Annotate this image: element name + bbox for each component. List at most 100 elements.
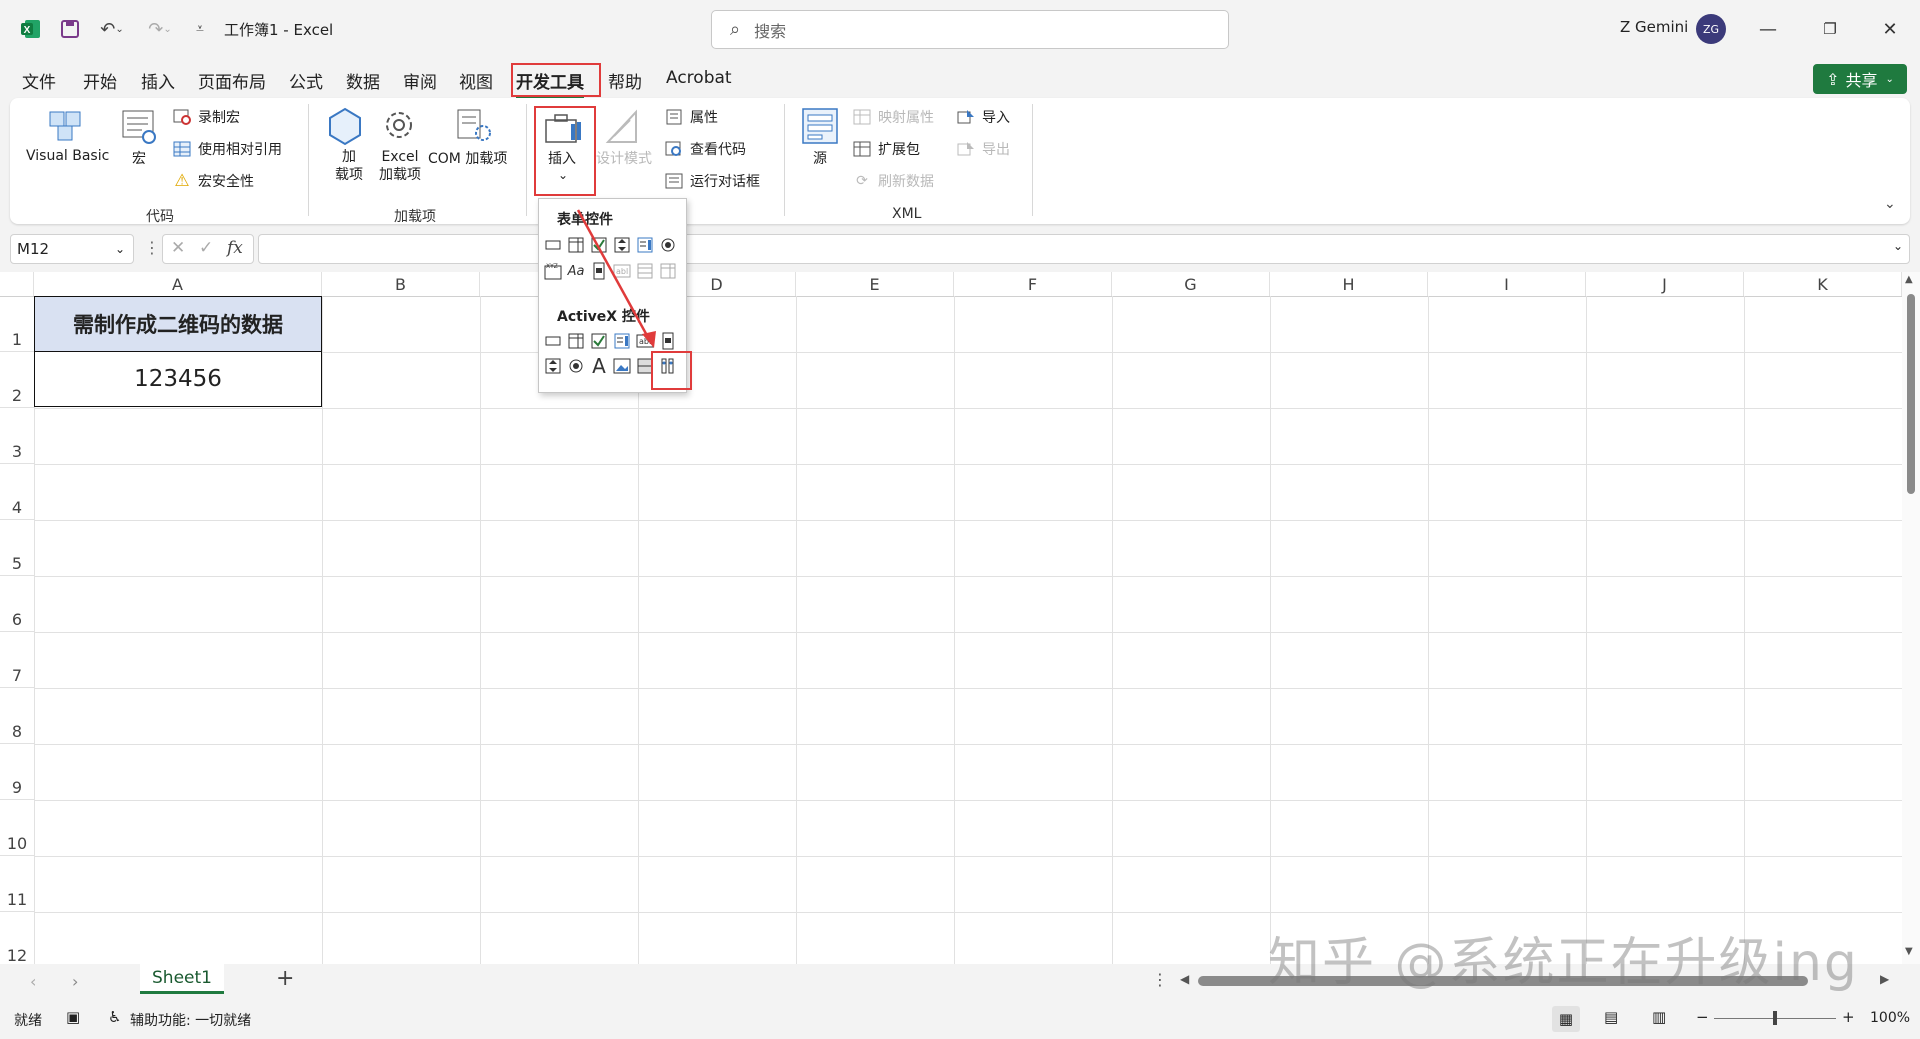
run-dialog-button[interactable]: 运行对话框	[664, 171, 760, 191]
export-button[interactable]: 导出	[956, 139, 1010, 159]
cell-a1[interactable]: 需制作成二维码的数据	[34, 296, 322, 352]
row-header[interactable]: 2	[0, 352, 34, 408]
expansion-pack-button[interactable]: 扩展包	[852, 139, 920, 159]
accessibility-icon[interactable]: ♿	[108, 1008, 121, 1026]
scroll-right-icon[interactable]: ▶	[1880, 972, 1889, 986]
column-header[interactable]: I	[1428, 272, 1586, 296]
insert-function-icon[interactable]: fx	[227, 238, 243, 258]
sheet-next-icon[interactable]: ›	[72, 972, 78, 991]
sheet-tab-sheet1[interactable]: Sheet1	[140, 964, 224, 994]
accessibility-status[interactable]: 辅助功能: 一切就绪	[130, 1010, 251, 1030]
column-header[interactable]: A	[34, 272, 322, 296]
normal-view-icon[interactable]: ▦	[1552, 1006, 1580, 1032]
map-properties-button[interactable]: 映射属性	[852, 107, 934, 127]
tab-review[interactable]: 审阅	[403, 68, 437, 93]
group-box-icon[interactable]: XYZ	[543, 261, 563, 281]
sheet-prev-icon[interactable]: ‹	[30, 972, 36, 991]
addins-label[interactable]: 加载项	[335, 148, 363, 184]
tab-insert[interactable]: 插入	[141, 68, 175, 93]
com-addins-icon[interactable]	[454, 106, 494, 148]
column-header[interactable]: E	[796, 272, 954, 296]
cancel-icon[interactable]: ✕	[171, 238, 185, 258]
activex-button-icon[interactable]	[543, 331, 563, 351]
macros-label[interactable]: 宏	[132, 148, 146, 168]
activex-spin-button-icon[interactable]	[543, 356, 563, 376]
row-header[interactable]: 10	[0, 800, 34, 856]
scroll-thumb[interactable]	[1907, 294, 1915, 494]
addins-icon[interactable]	[326, 106, 364, 150]
activex-option-button-icon[interactable]	[566, 356, 586, 376]
add-sheet-icon[interactable]: +	[276, 966, 294, 991]
visual-basic-label[interactable]: Visual Basic	[26, 148, 109, 164]
restore-icon[interactable]: ❐	[1810, 14, 1850, 44]
macro-security-button[interactable]: ⚠ 宏安全性	[172, 171, 254, 191]
tab-home[interactable]: 开始	[83, 68, 117, 93]
minimize-icon[interactable]: —	[1748, 14, 1788, 44]
xml-source-icon[interactable]	[800, 106, 840, 150]
design-mode-icon[interactable]	[604, 108, 640, 150]
tab-formulas[interactable]: 公式	[289, 68, 323, 93]
close-icon[interactable]: ✕	[1870, 14, 1910, 44]
excel-addins-label[interactable]: Excel 加载项	[379, 148, 421, 184]
tab-file[interactable]: 文件	[22, 68, 56, 93]
properties-button[interactable]: 属性	[664, 107, 718, 127]
name-box[interactable]: M12 ⌄	[10, 234, 134, 264]
row-header[interactable]: 9	[0, 744, 34, 800]
xml-source-label[interactable]: 源	[813, 148, 827, 168]
expand-formula-icon[interactable]: ⌄	[1893, 239, 1903, 253]
macro-recording-icon[interactable]: ▣	[66, 1008, 80, 1026]
search-box[interactable]: ⌕ 搜索	[711, 10, 1229, 49]
activex-label-icon[interactable]: A	[589, 354, 609, 378]
column-header[interactable]: G	[1112, 272, 1270, 296]
row-header[interactable]: 4	[0, 464, 34, 520]
view-code-button[interactable]: 查看代码	[664, 139, 746, 159]
worksheet-grid[interactable]: A B C D E F G H I J K 1 2 3 4 5 6 7 8 9 …	[0, 272, 1920, 964]
column-header[interactable]: K	[1744, 272, 1902, 296]
row-header[interactable]: 1	[0, 296, 34, 352]
row-header[interactable]: 11	[0, 856, 34, 912]
user-name[interactable]: Z Gemini	[1620, 18, 1688, 36]
import-button[interactable]: 导入	[956, 107, 1010, 127]
scroll-left-icon[interactable]: ◀	[1180, 972, 1189, 986]
column-header[interactable]: F	[954, 272, 1112, 296]
visual-basic-icon[interactable]	[46, 106, 86, 150]
more-options-icon[interactable]: ⋮	[1152, 970, 1168, 989]
more-options-icon[interactable]: ⋮	[144, 238, 160, 257]
button-control-icon[interactable]	[543, 235, 563, 255]
row-header[interactable]: 5	[0, 520, 34, 576]
zoom-in-icon[interactable]: +	[1842, 1008, 1855, 1026]
column-header[interactable]: B	[322, 272, 480, 296]
tab-help[interactable]: 帮助	[608, 68, 642, 93]
zoom-level[interactable]: 100%	[1870, 1010, 1910, 1026]
macros-icon[interactable]	[120, 108, 158, 150]
select-all-corner[interactable]	[0, 272, 34, 296]
formula-input[interactable]: ⌄	[258, 234, 1910, 264]
avatar[interactable]: ZG	[1696, 14, 1726, 44]
row-header[interactable]: 8	[0, 688, 34, 744]
row-header[interactable]: 12	[0, 912, 34, 964]
page-layout-view-icon[interactable]: ▤	[1604, 1008, 1618, 1026]
customize-qat-icon[interactable]: ⩡	[190, 14, 210, 44]
design-mode-label[interactable]: 设计模式	[596, 148, 652, 168]
column-header[interactable]: J	[1586, 272, 1744, 296]
chevron-down-icon[interactable]: ⌄	[115, 242, 125, 256]
page-break-view-icon[interactable]: ▥	[1652, 1008, 1666, 1026]
activex-image-icon[interactable]	[612, 356, 632, 376]
share-button[interactable]: ⇪ 共享 ⌄	[1813, 64, 1907, 94]
vertical-scrollbar[interactable]: ▲ ▼	[1902, 272, 1920, 964]
tab-acrobat[interactable]: Acrobat	[666, 68, 732, 88]
scroll-down-icon[interactable]: ▼	[1905, 946, 1913, 957]
row-header[interactable]: 6	[0, 576, 34, 632]
collapse-ribbon-icon[interactable]: ⌄	[1884, 196, 1896, 212]
tab-page-layout[interactable]: 页面布局	[198, 68, 266, 93]
row-header[interactable]: 3	[0, 408, 34, 464]
undo-icon[interactable]: ↶ ⌄	[92, 14, 132, 44]
scroll-up-icon[interactable]: ▲	[1905, 274, 1913, 285]
cell-a2[interactable]: 123456	[34, 352, 322, 407]
zoom-out-icon[interactable]: −	[1696, 1008, 1709, 1026]
redo-icon[interactable]: ↷ ⌄	[140, 14, 180, 44]
com-addins-label[interactable]: COM 加载项	[428, 148, 507, 168]
enter-icon[interactable]: ✓	[199, 238, 213, 258]
tab-view[interactable]: 视图	[459, 68, 493, 93]
row-header[interactable]: 7	[0, 632, 34, 688]
